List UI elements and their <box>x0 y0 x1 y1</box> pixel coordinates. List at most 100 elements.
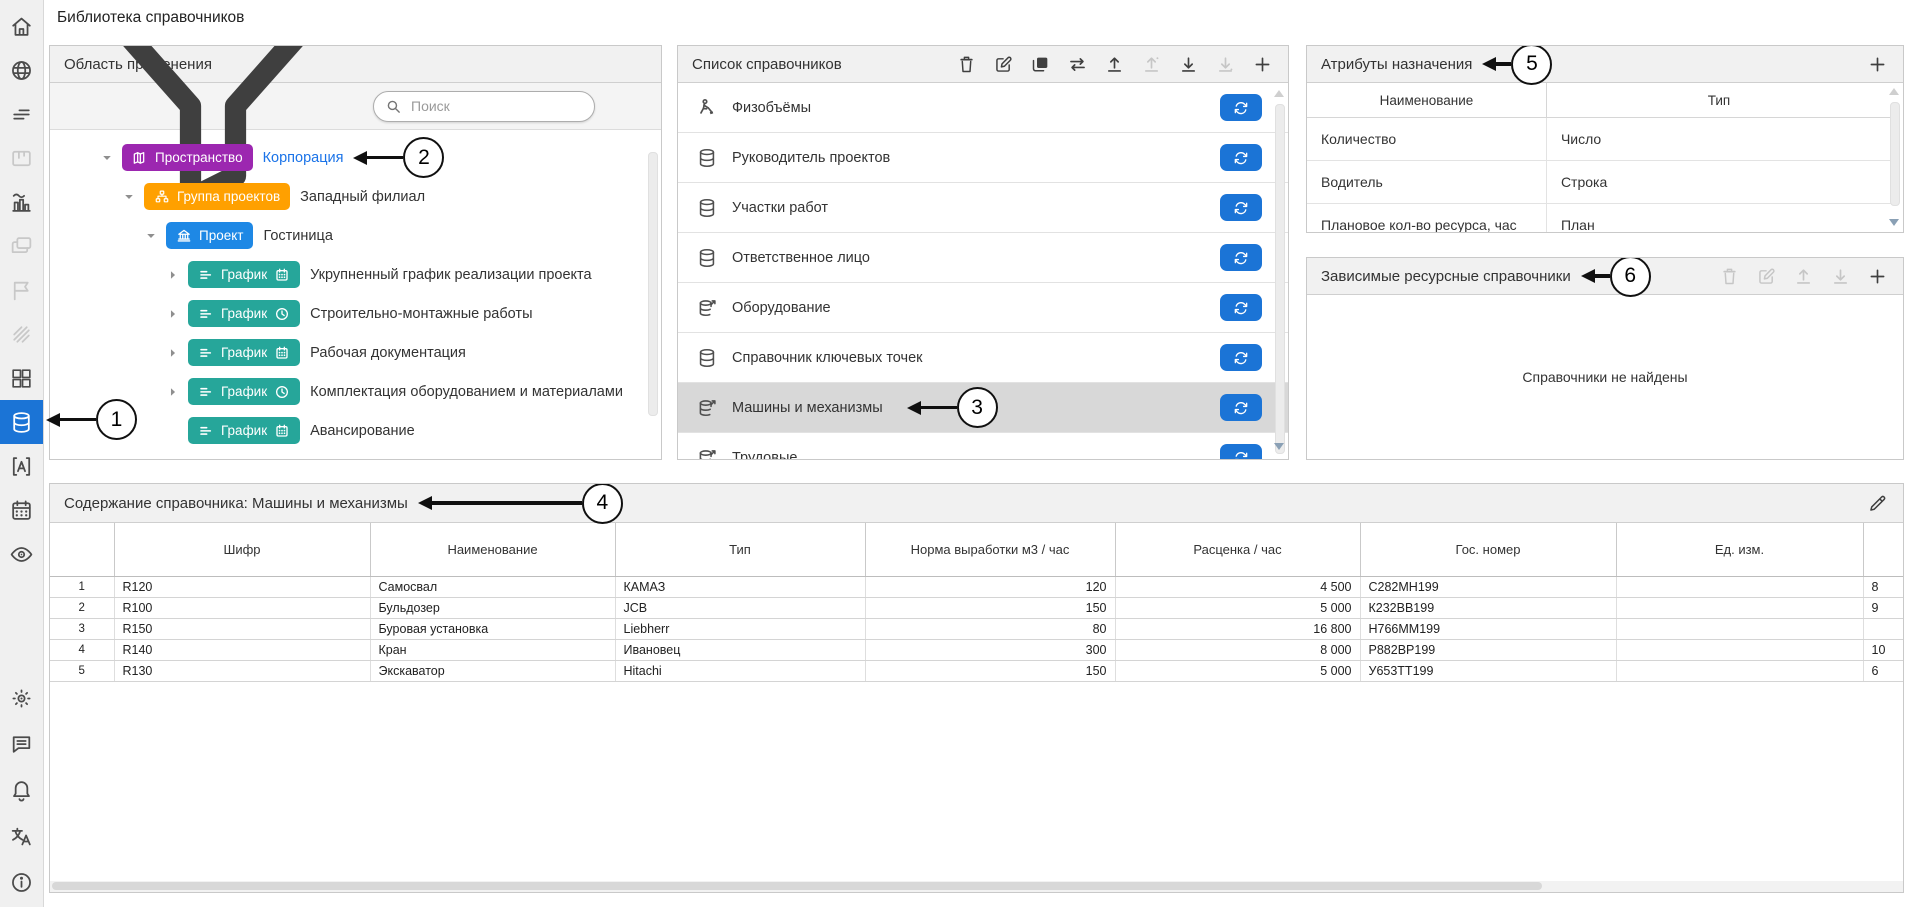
sidebar-item-library[interactable] <box>0 400 43 444</box>
copy-button[interactable] <box>1028 51 1052 77</box>
tree-item-schedule-2[interactable]: График Строительно-монтажные работы <box>50 294 661 333</box>
sync-button[interactable] <box>1220 394 1262 421</box>
sidebar-item-calendar[interactable] <box>0 488 43 532</box>
horizontal-scrollbar-thumb[interactable] <box>52 882 1542 890</box>
move-up-alt-button[interactable] <box>1139 51 1163 77</box>
tree-item-schedule-1[interactable]: График Укрупненный график реализации про… <box>50 255 661 294</box>
tree-item-label[interactable]: Укрупненный график реализации проекта <box>310 267 591 283</box>
sidebar-item-folders[interactable] <box>0 224 43 268</box>
table-row[interactable]: 3 R150 Буровая установка Liebherr 80 16 … <box>50 619 1903 640</box>
sidebar-item-attributes[interactable] <box>0 444 43 488</box>
search-input[interactable] <box>409 97 583 115</box>
directories-scrollbar-thumb[interactable] <box>1275 104 1285 454</box>
sidebar-item-notifications[interactable] <box>0 767 43 813</box>
list-item-project-manager[interactable]: Руководитель проектов <box>678 133 1288 183</box>
add-button[interactable] <box>1250 51 1274 77</box>
column-header[interactable]: Гос. номер <box>1360 523 1616 577</box>
scope-scrollbar-thumb[interactable] <box>648 152 658 416</box>
sidebar-item-watch[interactable] <box>0 532 43 576</box>
tree-item-label[interactable]: Западный филиал <box>300 189 425 205</box>
tree-item-schedule-4[interactable]: График Комплектация оборудованием и мате… <box>50 372 661 411</box>
edit-button[interactable] <box>991 51 1015 77</box>
tree-item-schedule-5[interactable]: График Авансирование <box>50 411 661 450</box>
column-header[interactable]: Наименование <box>370 523 615 577</box>
list-item-key-points[interactable]: Справочник ключевых точек <box>678 333 1288 383</box>
sync-button[interactable] <box>1220 194 1262 221</box>
list-item-labor[interactable]: Трудовые <box>678 433 1288 460</box>
scroll-up-icon[interactable] <box>1889 88 1899 95</box>
caret-icon[interactable] <box>122 190 136 204</box>
swap-button[interactable] <box>1065 51 1089 77</box>
sidebar-item-theme[interactable] <box>0 675 43 721</box>
list-item-responsible[interactable]: Ответственное лицо <box>678 233 1288 283</box>
add-button[interactable] <box>1865 263 1889 289</box>
sidebar-item-dashboard[interactable] <box>0 356 43 400</box>
sidebar-item-schedules[interactable] <box>0 92 43 136</box>
list-item-physvolumes[interactable]: Физобъёмы <box>678 83 1288 133</box>
caret-icon[interactable] <box>166 268 180 282</box>
sync-button[interactable] <box>1220 444 1262 460</box>
search-box[interactable] <box>373 91 595 122</box>
attribute-row[interactable]: Плановое кол-во ресурса, час План <box>1307 204 1891 234</box>
scroll-down-icon[interactable] <box>1889 219 1899 226</box>
sidebar-item-comments[interactable] <box>0 721 43 767</box>
column-header[interactable]: Шифр <box>114 523 370 577</box>
sync-button[interactable] <box>1220 144 1262 171</box>
table-row[interactable]: 4 R140 Кран Ивановец 300 8 000 Р882ВР199… <box>50 640 1903 661</box>
sidebar-item-flag[interactable] <box>0 268 43 312</box>
move-up-button[interactable] <box>1791 263 1815 289</box>
sidebar-item-language[interactable] <box>0 813 43 859</box>
sidebar-item-board[interactable] <box>0 136 43 180</box>
column-header[interactable]: Тип <box>1546 83 1891 118</box>
table-row[interactable]: 1 R120 Самосвал КАМАЗ 120 4 500 С282МН19… <box>50 577 1903 598</box>
scroll-down-icon[interactable] <box>1274 443 1284 450</box>
caret-icon[interactable] <box>166 385 180 399</box>
caret-icon[interactable] <box>166 307 180 321</box>
tree-item-label[interactable]: Гостиница <box>263 228 332 244</box>
table-row[interactable]: 5 R130 Экскаватор Hitachi 150 5 000 У653… <box>50 661 1903 682</box>
column-header[interactable]: Наименование <box>1307 83 1546 118</box>
tree-item-label[interactable]: Корпорация <box>263 150 344 166</box>
column-header[interactable]: Расценка / час <box>1115 523 1360 577</box>
column-header[interactable]: Норма выработки м3 / час <box>865 523 1115 577</box>
sync-button[interactable] <box>1220 294 1262 321</box>
sync-button[interactable] <box>1220 94 1262 121</box>
move-down-button[interactable] <box>1176 51 1200 77</box>
attribute-row[interactable]: Водитель Строка <box>1307 161 1891 204</box>
sync-button[interactable] <box>1220 244 1262 271</box>
list-item-machines[interactable]: Машины и механизмы 3 <box>678 383 1288 433</box>
sidebar-item-hatch[interactable] <box>0 312 43 356</box>
caret-icon[interactable] <box>100 151 114 165</box>
tree-item-label[interactable]: Строительно-монтажные работы <box>310 306 532 322</box>
tree-item-label[interactable]: Рабочая документация <box>310 345 466 361</box>
add-attribute-button[interactable] <box>1865 51 1889 77</box>
delete-button[interactable] <box>954 51 978 77</box>
attributes-scrollbar-thumb[interactable] <box>1890 102 1900 206</box>
tree-item-schedule-3[interactable]: График Рабочая документация <box>50 333 661 372</box>
scroll-up-icon[interactable] <box>1274 90 1284 97</box>
tree-item-label[interactable]: Авансирование <box>310 423 415 439</box>
move-up-button[interactable] <box>1102 51 1126 77</box>
column-header[interactable] <box>1863 523 1903 577</box>
caret-icon[interactable] <box>144 229 158 243</box>
sidebar-item-home[interactable] <box>0 4 43 48</box>
caret-icon[interactable] <box>166 346 180 360</box>
move-down-alt-button[interactable] <box>1213 51 1237 77</box>
sidebar-item-globe[interactable] <box>0 48 43 92</box>
sync-button[interactable] <box>1220 344 1262 371</box>
delete-button[interactable] <box>1717 263 1741 289</box>
table-row[interactable]: 2 R100 Бульдозер JCB 150 5 000 К232ВВ199… <box>50 598 1903 619</box>
list-item-equipment[interactable]: Оборудование <box>678 283 1288 333</box>
list-item-work-areas[interactable]: Участки работ <box>678 183 1288 233</box>
column-header[interactable]: Тип <box>615 523 865 577</box>
column-header[interactable]: Ед. изм. <box>1616 523 1863 577</box>
column-header[interactable] <box>50 523 114 577</box>
horizontal-scrollbar[interactable] <box>50 881 1903 892</box>
attribute-row[interactable]: Количество Число <box>1307 118 1891 161</box>
sidebar-item-analytics[interactable] <box>0 180 43 224</box>
edit-button[interactable] <box>1754 263 1778 289</box>
edit-content-button[interactable] <box>1865 490 1889 516</box>
move-down-button[interactable] <box>1828 263 1852 289</box>
sidebar-item-info[interactable] <box>0 859 43 905</box>
tree-item-label[interactable]: Комплектация оборудованием и материалами <box>310 384 623 400</box>
